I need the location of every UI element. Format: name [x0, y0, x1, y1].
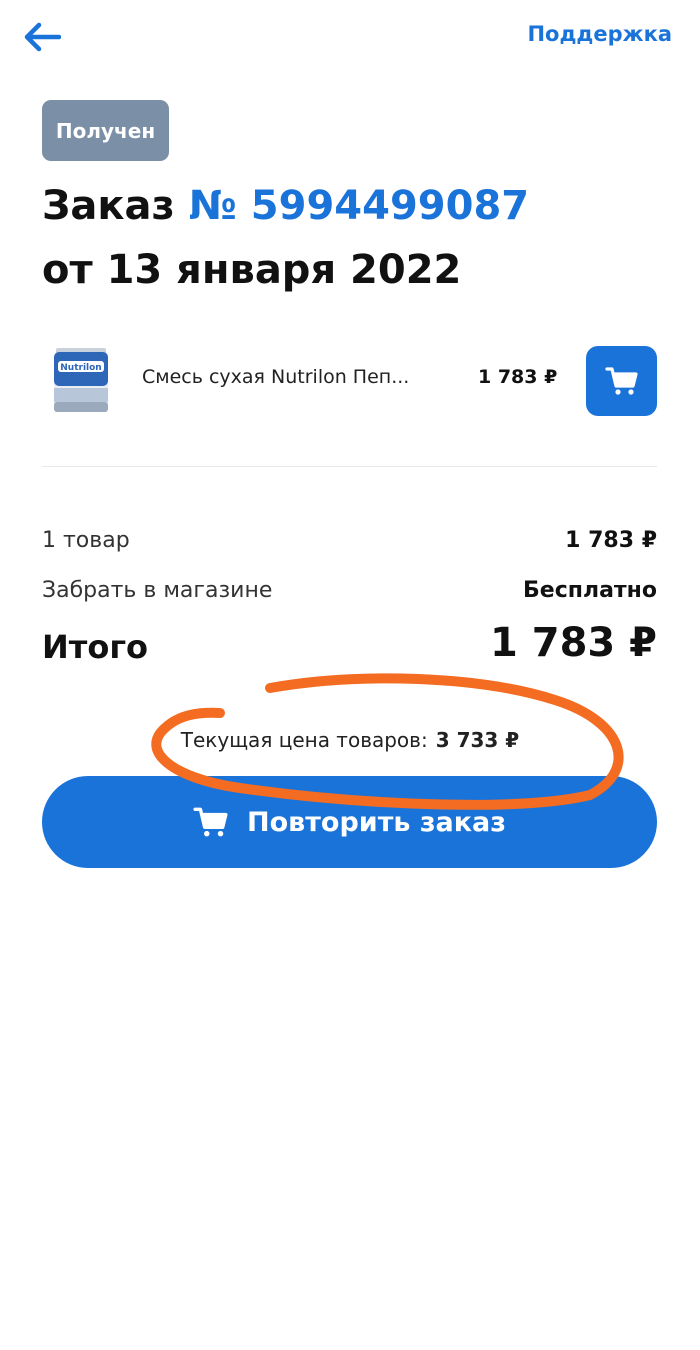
delivery-value: Бесплатно	[523, 578, 657, 603]
add-to-cart-button[interactable]	[586, 346, 657, 416]
product-image[interactable]: Nutrilon	[48, 344, 114, 416]
arrow-left-icon	[24, 22, 61, 52]
current-price-value: 3 733 ₽	[435, 728, 520, 752]
repeat-order-label: Повторить заказ	[247, 806, 506, 838]
current-price-label: Текущая цена товаров:	[180, 728, 428, 752]
order-title: Заказ № 5994499087	[42, 176, 529, 236]
product-brand-text: Nutrilon	[60, 363, 101, 373]
order-number[interactable]: № 5994499087	[189, 183, 529, 229]
items-total-value: 1 783 ₽	[565, 528, 657, 553]
items-count-label: 1 товар	[42, 528, 130, 553]
current-price: Текущая цена товаров: 3 733 ₽	[0, 728, 700, 752]
cart-icon	[604, 367, 638, 395]
support-link[interactable]: Поддержка	[527, 22, 672, 46]
status-badge: Получен	[42, 100, 169, 161]
order-title-prefix: Заказ	[42, 183, 175, 229]
product-name[interactable]: Смесь сухая Nutrilon Пеп...	[142, 366, 462, 388]
back-button[interactable]	[18, 14, 66, 60]
total-value: 1 783 ₽	[489, 620, 657, 666]
cart-icon	[193, 806, 229, 838]
order-date: от 13 января 2022	[42, 247, 462, 293]
total-label: Итого	[42, 628, 149, 666]
divider	[42, 466, 657, 467]
product-price: 1 783 ₽	[478, 366, 558, 388]
repeat-order-button[interactable]: Повторить заказ	[42, 776, 657, 868]
delivery-label: Забрать в магазине	[42, 578, 273, 603]
